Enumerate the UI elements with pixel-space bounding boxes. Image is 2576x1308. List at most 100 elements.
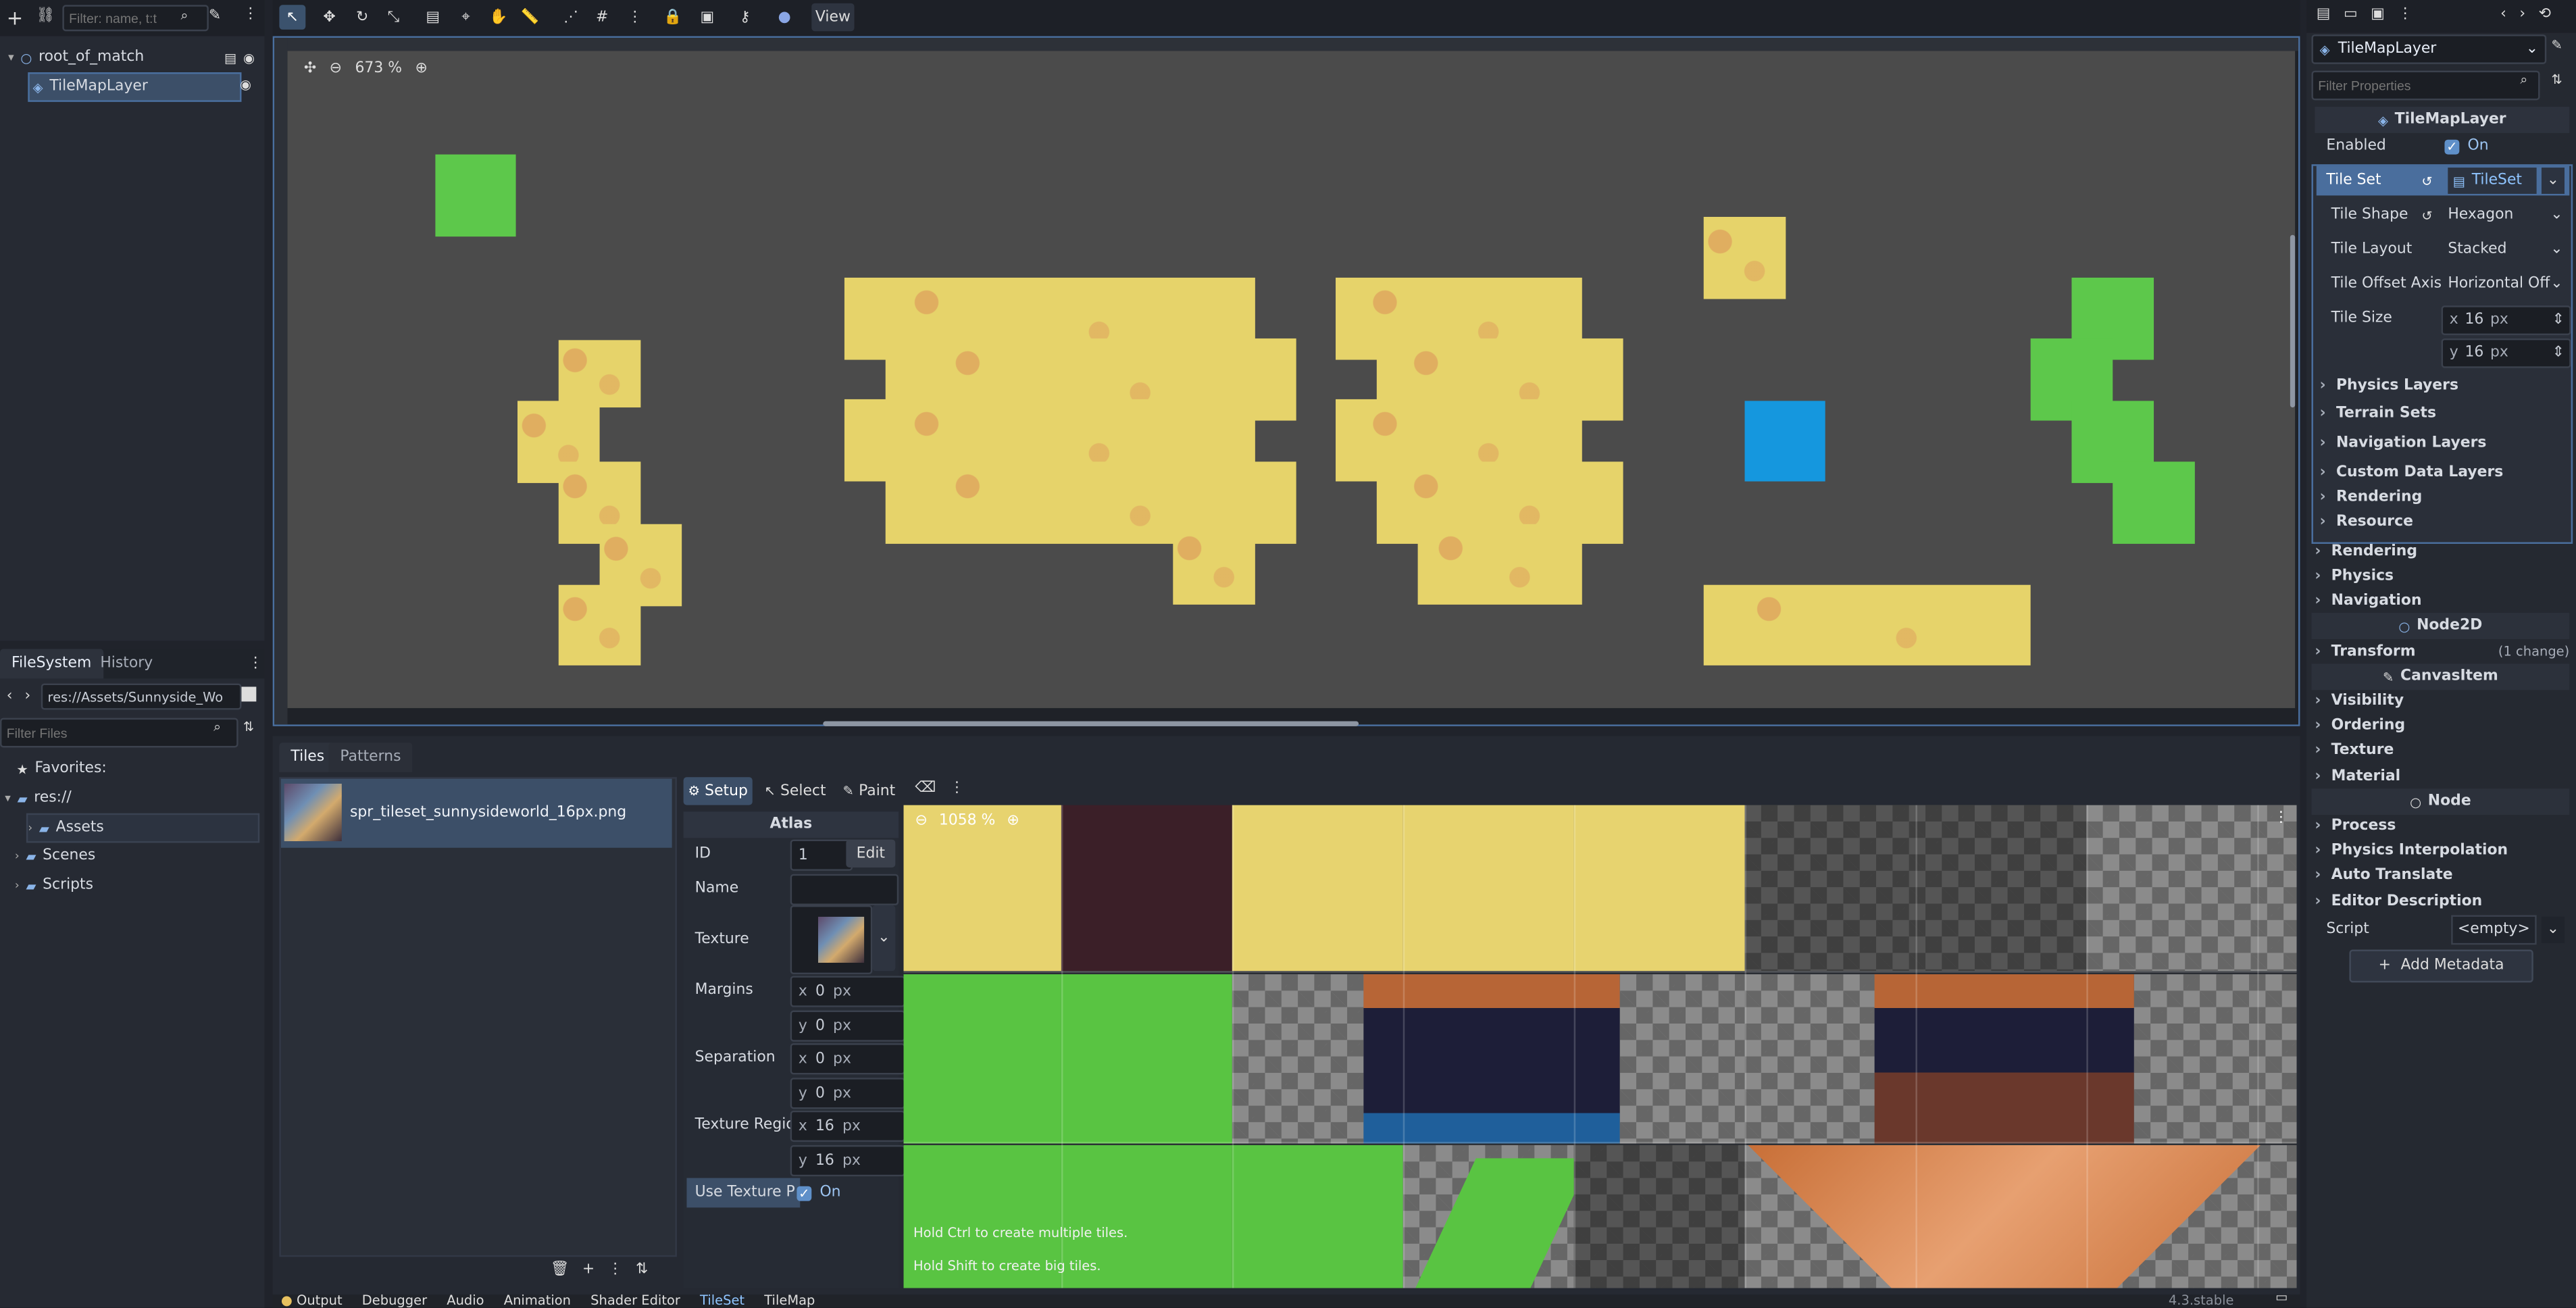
split-icon[interactable]: [241, 686, 257, 702]
forward-icon[interactable]: ›: [24, 688, 30, 705]
visibility-icon[interactable]: ◉: [240, 77, 251, 92]
script-badge-icon[interactable]: ▤: [224, 50, 236, 65]
more-icon[interactable]: ⋮: [950, 780, 965, 797]
snap-button[interactable]: ⋰: [559, 5, 583, 29]
section-resource[interactable]: Resource: [2320, 509, 2575, 534]
section-visibility[interactable]: Visibility: [2315, 688, 2569, 713]
pan-button[interactable]: ✋: [486, 5, 511, 29]
script-icon[interactable]: ✎: [209, 8, 221, 24]
new-resource-icon[interactable]: ▤: [2317, 7, 2331, 23]
view-menu[interactable]: View: [811, 3, 855, 32]
eraser-icon[interactable]: ⌫: [915, 780, 936, 797]
atlas-view[interactable]: ⊖ 1058 % ⊕ ⋮ Hold Ctrl to create multipl…: [903, 805, 2297, 1288]
more-icon[interactable]: ⋮: [243, 7, 258, 23]
path-field[interactable]: res://Assets/Sunnyside_Wo: [41, 683, 242, 710]
dropdown-icon[interactable]: ⌄: [2541, 168, 2565, 194]
margins-y-field[interactable]: y 0 px: [790, 1010, 905, 1042]
region-x-field[interactable]: x 16 px: [790, 1110, 905, 1142]
separation-y-field[interactable]: y 0 px: [790, 1078, 905, 1109]
scale-mode-button[interactable]: ⤡: [381, 5, 405, 29]
section-navigation-layers[interactable]: Navigation Layers: [2320, 430, 2575, 455]
tile-size-y-field[interactable]: y 16 px ⇕: [2441, 338, 2571, 368]
tab-output[interactable]: ● Output: [281, 1293, 343, 1308]
ruler-button[interactable]: 📏: [517, 5, 542, 29]
delete-icon[interactable]: 🗑: [551, 1262, 570, 1278]
tree-item-tilemaplayer[interactable]: ◈ TileMapLayer: [28, 72, 242, 102]
viewport[interactable]: ✣ ⊖ 673 % ⊕: [272, 36, 2300, 726]
paint-tab[interactable]: ✎ Paint: [836, 777, 902, 805]
section-physics-interpolation[interactable]: Physics Interpolation: [2315, 838, 2569, 862]
pivot-button[interactable]: ⌖: [453, 5, 478, 29]
more-icon[interactable]: ⋮: [608, 1262, 623, 1278]
section-physics[interactable]: Physics: [2315, 563, 2569, 588]
reset-icon[interactable]: ↺: [2421, 174, 2432, 188]
section-rendering-sub[interactable]: Rendering: [2320, 484, 2575, 509]
use-texture-padding-row[interactable]: Use Texture P: [686, 1178, 801, 1208]
center-view-icon[interactable]: ✣: [304, 61, 316, 77]
margins-x-field[interactable]: x 0 px: [790, 976, 905, 1007]
section-terrain-sets[interactable]: Terrain Sets: [2320, 401, 2575, 425]
reset-icon[interactable]: ↺: [2421, 208, 2432, 223]
add-metadata-button[interactable]: + Add Metadata: [2349, 949, 2533, 983]
section-editor-description[interactable]: Editor Description: [2315, 889, 2569, 913]
folder-item-assets[interactable]: › ▰ Assets: [26, 813, 260, 843]
texture-field[interactable]: [790, 905, 873, 975]
folder-item-scenes[interactable]: › ▰ Scenes: [15, 842, 95, 869]
save-resource-icon[interactable]: ▣: [2371, 7, 2385, 23]
lock-icon[interactable]: 🔒: [661, 5, 685, 29]
select-tab[interactable]: ↖ Select: [762, 777, 828, 805]
zoom-value[interactable]: 673 %: [355, 61, 402, 77]
back-icon[interactable]: ‹: [2500, 7, 2506, 23]
tab-tileset[interactable]: TileSet: [700, 1293, 744, 1308]
bone-icon[interactable]: ⚷: [733, 5, 757, 29]
section-auto-translate[interactable]: Auto Translate: [2315, 863, 2569, 887]
more-icon[interactable]: ⋮: [248, 655, 263, 672]
gizmo-icon[interactable]: ●: [772, 5, 797, 29]
grid-button[interactable]: #: [590, 5, 614, 29]
rotate-mode-button[interactable]: ↻: [350, 5, 374, 29]
select-mode-button[interactable]: ↖: [279, 5, 306, 30]
expand-icon[interactable]: ▭: [2275, 1290, 2288, 1305]
vertical-scrollbar[interactable]: [2290, 234, 2296, 408]
node-selector[interactable]: ◈ TileMapLayer ⌄: [2311, 34, 2547, 64]
tab-shader-editor[interactable]: Shader Editor: [590, 1293, 680, 1308]
zoom-out-icon[interactable]: ⊖: [330, 61, 342, 77]
tree-item-root[interactable]: ▾ ○ root_of_match ▤ ◉: [8, 45, 255, 71]
doc-icon[interactable]: ✎: [2552, 38, 2562, 53]
property-filter-input[interactable]: [2311, 70, 2540, 101]
file-filter-input[interactable]: [0, 718, 238, 748]
folder-item-scripts[interactable]: › ▰ Scripts: [15, 872, 93, 899]
tab-filesystem[interactable]: FileSystem: [0, 649, 103, 679]
tileset-row[interactable]: Tile Set ↺ ▤ TileSet ⌄: [2316, 166, 2570, 196]
move-mode-button[interactable]: ✥: [317, 5, 341, 29]
setup-tab[interactable]: ⚙ Setup: [683, 777, 753, 805]
tab-animation[interactable]: Animation: [504, 1293, 571, 1308]
visibility-icon[interactable]: ◉: [243, 50, 255, 65]
horizontal-scrollbar[interactable]: [823, 721, 1359, 726]
tile-offset-dropdown[interactable]: Horizontal Off ⌄: [2448, 271, 2562, 297]
zoom-in-icon[interactable]: ⊕: [1007, 813, 1019, 830]
history-icon[interactable]: ⟲: [2539, 7, 2551, 23]
section-transform[interactable]: Transform (1 change): [2315, 639, 2570, 663]
tab-audio[interactable]: Audio: [447, 1293, 484, 1308]
add-node-icon[interactable]: +: [7, 7, 23, 30]
section-ordering[interactable]: Ordering: [2315, 713, 2569, 737]
back-icon[interactable]: ‹: [7, 688, 13, 705]
tile-shape-dropdown[interactable]: Hexagon ⌄: [2448, 202, 2562, 228]
name-field[interactable]: [790, 874, 899, 905]
script-field[interactable]: <empty>: [2451, 915, 2537, 945]
forward-icon[interactable]: ›: [2519, 7, 2525, 23]
edit-button[interactable]: Edit: [846, 839, 896, 867]
atlas-options-icon[interactable]: ⋮: [2274, 810, 2289, 826]
enabled-checkbox[interactable]: ✓ On: [2444, 133, 2562, 159]
section-texture[interactable]: Texture: [2315, 738, 2569, 762]
tab-patterns[interactable]: Patterns: [328, 743, 413, 772]
tab-debugger[interactable]: Debugger: [362, 1293, 427, 1308]
id-field[interactable]: 1: [790, 839, 853, 871]
dropdown-icon[interactable]: ⌄: [2541, 916, 2565, 943]
zoom-in-icon[interactable]: ⊕: [415, 61, 427, 77]
more-icon[interactable]: ⋮: [623, 5, 647, 29]
add-icon[interactable]: +: [582, 1262, 595, 1278]
more-icon[interactable]: ⋮: [2398, 7, 2413, 23]
tab-history[interactable]: History: [89, 649, 164, 679]
